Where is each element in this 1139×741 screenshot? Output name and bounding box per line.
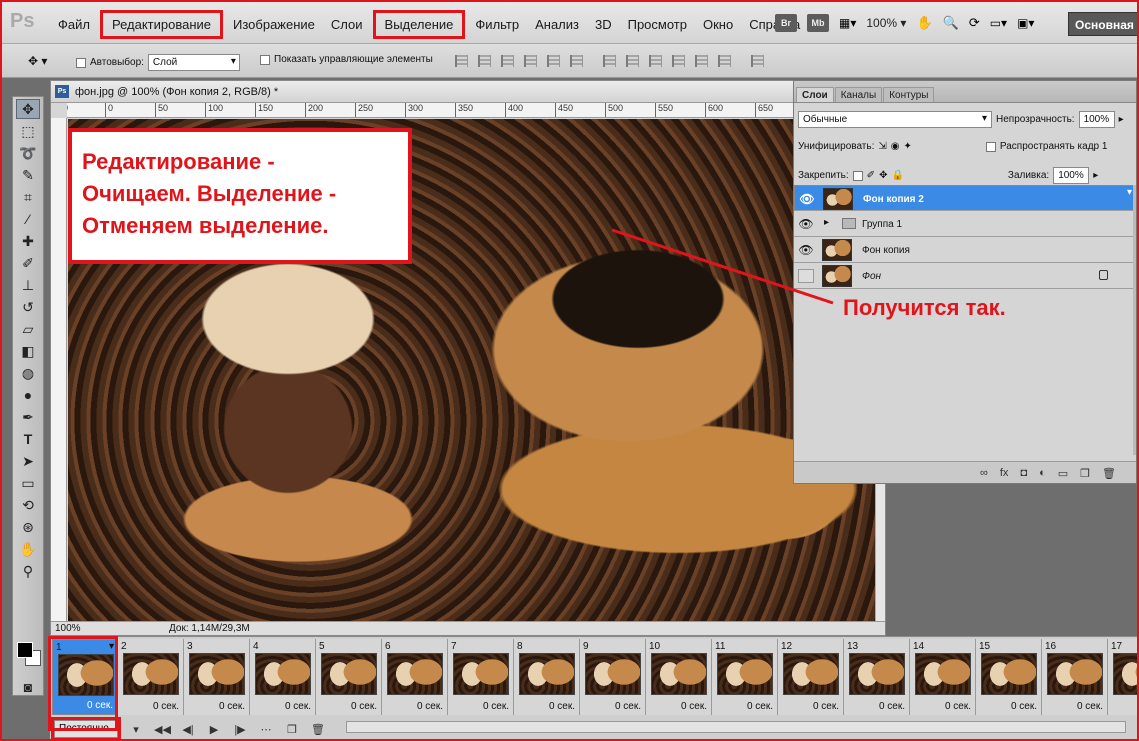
annotation-line-2: Очищаем. Выделение - [82,181,337,206]
annotation-line-1: Редактирование - [82,149,275,174]
annotation-line-3: Отменяем выделение. [82,213,329,238]
annotation-box: Редактирование - Очищаем. Выделение - От… [68,128,412,264]
annotation-arrow [611,228,834,305]
result-annotation: Получится так. [843,295,1006,320]
